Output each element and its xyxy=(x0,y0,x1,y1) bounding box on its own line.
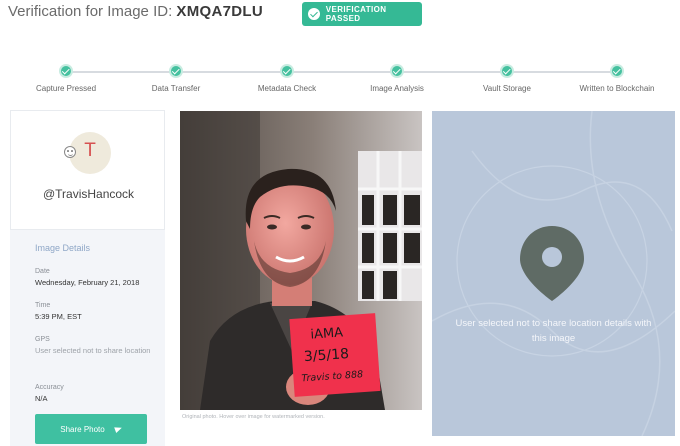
check-icon xyxy=(280,64,294,78)
send-icon xyxy=(113,424,123,434)
image-id: XMQA7DLU xyxy=(176,3,263,20)
page-header: Verification for Image ID: XMQA7DLU VERI… xyxy=(0,0,680,30)
check-icon xyxy=(390,64,404,78)
photo-caption: Original photo. Hover over image for wat… xyxy=(182,414,325,420)
accuracy-value: N/A xyxy=(35,394,48,403)
gps-value: User selected not to share location xyxy=(35,346,151,355)
location-pin-icon xyxy=(520,226,584,301)
step-image-analysis: Image Analysis xyxy=(342,64,452,93)
date-label: Date xyxy=(35,268,50,275)
step-label: Capture Pressed xyxy=(35,84,97,93)
avatar[interactable]: T xyxy=(64,132,111,174)
step-label: Image Analysis xyxy=(370,84,424,93)
step-data-transfer: Data Transfer xyxy=(121,64,231,93)
map-background xyxy=(432,111,675,436)
share-button-label: Share Photo xyxy=(60,424,105,434)
step-vault-storage: Vault Storage xyxy=(452,64,562,93)
location-not-shared-message: User selected not to share location deta… xyxy=(455,318,652,344)
selfie-illustration: iAMA 3/5/18 Travis to 888 xyxy=(180,111,422,410)
username[interactable]: @TravisHancock xyxy=(11,187,166,201)
sign-line-1: iAMA xyxy=(310,325,344,342)
check-icon xyxy=(610,64,624,78)
page-title: Verification for Image ID: XMQA7DLU xyxy=(8,3,263,20)
share-photo-button[interactable]: Share Photo xyxy=(35,414,147,444)
image-details-heading: Image Details xyxy=(35,243,91,253)
check-icon xyxy=(500,64,514,78)
verified-photo[interactable]: iAMA 3/5/18 Travis to 888 xyxy=(180,111,422,410)
step-label: Vault Storage xyxy=(483,84,531,93)
avatar-letter: T xyxy=(84,140,96,161)
check-icon xyxy=(59,64,73,78)
check-icon xyxy=(169,64,183,78)
verification-status-badge: VERIFICATION PASSED xyxy=(302,2,422,26)
gps-label: GPS xyxy=(35,336,50,343)
time-label: Time xyxy=(35,302,51,309)
date-value: Wednesday, February 21, 2018 xyxy=(35,278,140,287)
step-written-to-blockchain: Written to Blockchain xyxy=(562,64,672,93)
step-metadata-check: Metadata Check xyxy=(232,64,342,93)
location-map-panel: User selected not to share location deta… xyxy=(432,111,675,436)
step-label: Metadata Check xyxy=(257,84,317,93)
status-badge-label: VERIFICATION PASSED xyxy=(325,5,387,23)
step-label: Data Transfer xyxy=(151,84,201,93)
step-capture-pressed: Capture Pressed xyxy=(11,64,121,93)
title-prefix: Verification for Image ID: xyxy=(8,3,173,20)
accuracy-label: Accuracy xyxy=(35,384,64,391)
sign-line-2: 3/5/18 xyxy=(303,346,349,365)
check-circle-icon xyxy=(308,8,320,20)
time-value: 5:39 PM, EST xyxy=(35,312,82,321)
profile-card: T @TravisHancock xyxy=(10,110,165,230)
image-details-sidebar: T @TravisHancock Image Details Date Wedn… xyxy=(10,110,165,446)
step-label: Written to Blockchain xyxy=(579,84,655,93)
